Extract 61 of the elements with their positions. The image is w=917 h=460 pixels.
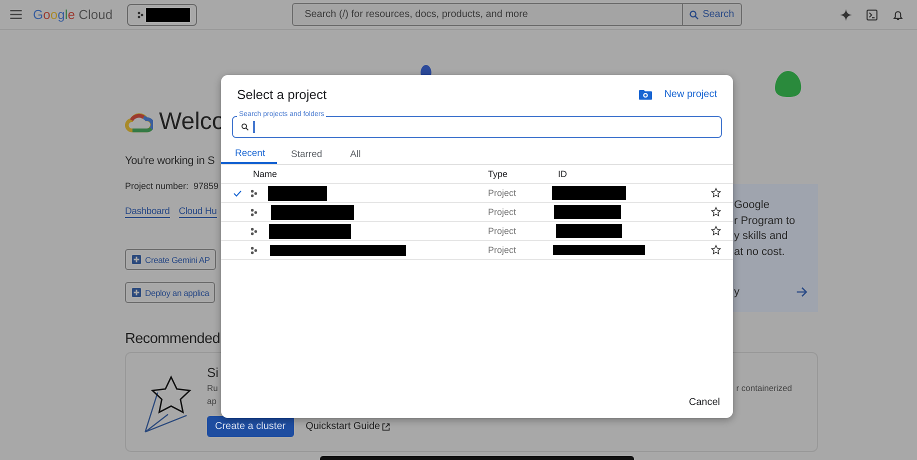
folder-gear-icon [639, 88, 652, 100]
tab[interactable]: Recent [221, 144, 277, 164]
link[interactable]: y [734, 286, 740, 298]
table-row[interactable]: Project [221, 241, 733, 260]
project-icon [250, 188, 258, 198]
card-description: Ru [207, 383, 218, 393]
plus-icon [132, 288, 141, 297]
project-number-label: Project number: [125, 181, 189, 191]
search-icon [241, 123, 249, 131]
sparkle-icon[interactable] [840, 8, 852, 20]
star-icon[interactable] [710, 187, 722, 199]
column-header: Name [252, 169, 278, 179]
column-header: ID [558, 169, 568, 179]
table-cell-text: Project [488, 226, 518, 236]
cloud-icon [125, 111, 153, 133]
working-in-text: You're working in S [125, 155, 216, 167]
star-icon[interactable] [710, 225, 722, 237]
tab[interactable]: All [336, 144, 375, 164]
terminal-icon[interactable] [866, 8, 878, 20]
table-row[interactable]: Project [221, 222, 733, 241]
table-cell-text: Project [488, 245, 518, 255]
link[interactable]: Dashboard [125, 206, 170, 218]
table-row[interactable]: Project [221, 203, 733, 222]
action-button[interactable]: Create Gemini AP [125, 249, 216, 270]
arrow-right-icon [796, 286, 808, 298]
new-project-button[interactable]: New project [639, 88, 717, 100]
external-link-icon [382, 422, 390, 430]
action-button[interactable]: Deploy an applica [125, 282, 216, 303]
link[interactable]: Cloud Hu [178, 206, 217, 218]
quickstart-link[interactable]: Quickstart Guide [306, 421, 390, 432]
project-number: 97859 [194, 181, 219, 191]
table-cell-text: Project [488, 207, 518, 217]
project-icon [250, 208, 258, 216]
column-header: Type [488, 169, 509, 179]
star-icon[interactable] [710, 244, 722, 256]
search-button[interactable]: Search [682, 3, 742, 26]
dialog-title: Select a project [237, 86, 327, 102]
table-row[interactable]: Project [221, 184, 733, 203]
search-icon [688, 10, 699, 20]
cancel-button[interactable]: Cancel [688, 397, 720, 408]
menu-icon[interactable] [10, 10, 22, 19]
decoration-shape [774, 70, 802, 98]
tab[interactable]: Starred [277, 144, 336, 164]
card-description: r containerized [736, 383, 792, 393]
plus-icon [132, 255, 141, 264]
card-description: ap [207, 396, 216, 406]
card-title: Si [207, 365, 220, 380]
search-field[interactable]: Search (/) for resources, docs, products, and more [292, 3, 683, 26]
project-picker[interactable] [126, 4, 197, 26]
project-icon [250, 246, 258, 254]
logo[interactable]: Google Cloud [33, 7, 113, 22]
text-cursor [253, 121, 254, 133]
create-cluster-button[interactable]: Create a cluster [207, 416, 294, 437]
section-heading: Recommended [125, 331, 222, 347]
star-icon[interactable] [710, 206, 722, 218]
project-icon [250, 226, 258, 236]
table-cell-text: Project [488, 188, 518, 198]
bell-icon[interactable] [892, 8, 904, 20]
project-icon [136, 10, 144, 18]
promo-text: Google r Program to y skills and at no cost. [734, 198, 796, 260]
search-field[interactable] [232, 116, 722, 138]
